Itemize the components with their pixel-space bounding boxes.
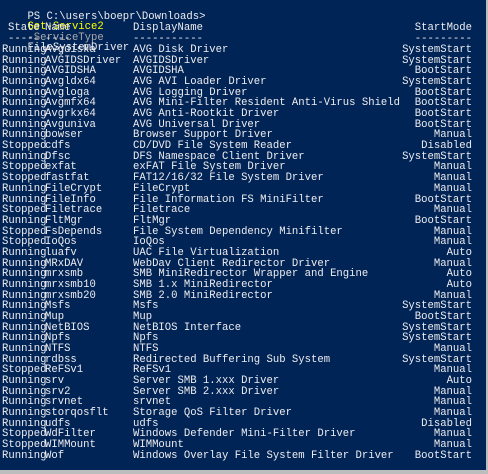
cell-display-name: UAC File Virtualization <box>133 246 280 259</box>
cell-start-mode: BootStart <box>414 214 472 227</box>
cell-display-name: SMB 1.x MiniRedirector <box>133 278 273 291</box>
cell-name: Wof <box>45 449 65 462</box>
separator-start-mode: --------- <box>414 33 472 45</box>
cell-display-name: FltMgr <box>133 214 172 227</box>
cell-name: mrxsmb10 <box>45 278 96 291</box>
cell-start-mode: SystemStart <box>402 44 472 56</box>
powershell-console[interactable]: PS C:\users\boepr\Downloads> Get-Service… <box>0 0 488 474</box>
cell-start-mode: Manual <box>433 182 472 195</box>
table-row: Running storqosflt Storage QoS Filter Driv… <box>2 408 472 419</box>
separator-name: ---- <box>45 33 71 45</box>
cell-state: Running <box>2 449 47 462</box>
cell-display-name: Windows Overlay File System Filter Drive… <box>133 449 394 462</box>
separator-state: ----- <box>8 33 40 45</box>
table-row: Running Wof Windows Overlay File System Fi… <box>2 451 472 462</box>
cell-start-mode: Auto <box>446 278 472 291</box>
cell-name: FileCrypt <box>45 182 103 195</box>
header-state: State <box>8 22 40 34</box>
cell-display-name: FileCrypt <box>133 182 191 195</box>
cell-name: Avgdiska <box>45 44 96 56</box>
cell-display-name: AVG Disk Driver <box>133 44 229 56</box>
cell-start-mode: Auto <box>446 246 472 259</box>
header-start-mode: StartMode <box>414 22 472 34</box>
cell-name: Mup <box>45 311 65 323</box>
cell-state: Running <box>2 182 47 195</box>
cell-state: Running <box>2 278 47 291</box>
cell-state: Running <box>2 246 47 259</box>
cell-state: Running <box>2 311 47 323</box>
table-row: Running Msfs Msfs SystemStart <box>2 301 472 312</box>
cell-name: luafv <box>45 246 77 259</box>
header-display-name: DisplayName <box>133 22 203 34</box>
separator-display-name: ----------- <box>133 33 203 45</box>
cell-start-mode: BootStart <box>414 311 472 323</box>
cell-name: FltMgr <box>45 214 84 227</box>
command-line: PS C:\users\boepr\Downloads> Get-Service… <box>2 1 205 53</box>
cell-display-name: Mup <box>133 311 153 323</box>
table-header: State Name DisplayName StartMode <box>2 23 472 34</box>
header-name: Name <box>45 22 71 34</box>
table-row: Running Npfs Npfs SystemStart <box>2 333 472 344</box>
cell-state: Running <box>2 44 47 56</box>
cell-state: Running <box>2 214 47 227</box>
cell-start-mode: BootStart <box>414 449 472 462</box>
